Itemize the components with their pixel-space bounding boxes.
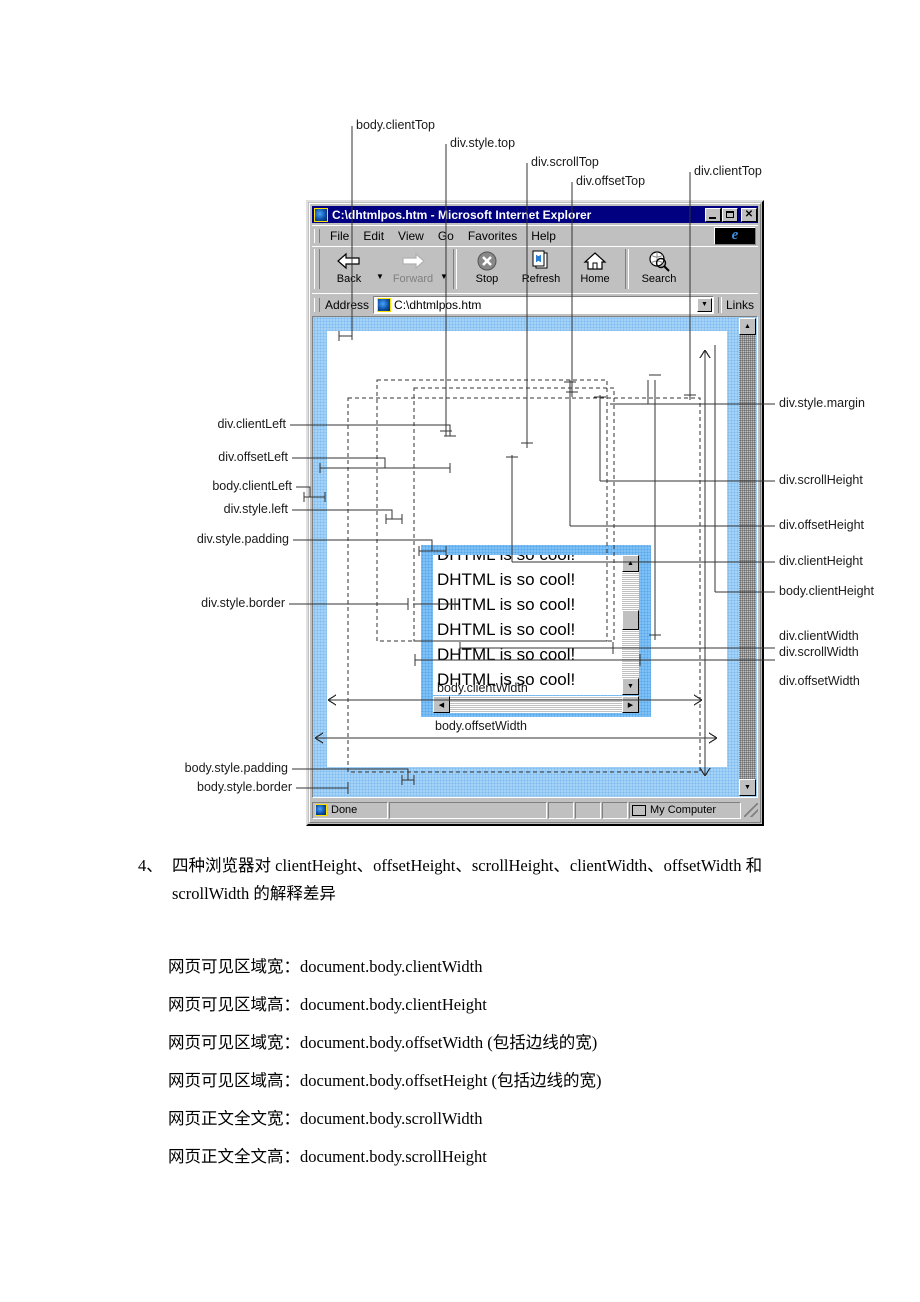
list-item: 网页正文全文高：document.body.scrollHeight xyxy=(168,1147,487,1166)
list-item: 网页正文全文宽：document.body.scrollWidth xyxy=(168,1109,483,1128)
annotation-div-scrollWidth: div.scrollWidth xyxy=(779,645,859,659)
section-4-paragraph: 4、 四种浏览器对 clientHeight、offsetHeight、scro… xyxy=(138,852,838,908)
annotation-body-clientLeft: body.clientLeft xyxy=(212,479,292,493)
annotation-div-offsetWidth: div.offsetWidth xyxy=(779,674,860,688)
annotation-div-style-border: div.style.border xyxy=(201,596,285,610)
list-item: 网页可见区域高：document.body.offsetHeight (包括边线… xyxy=(168,1071,602,1090)
annotation-div-style-margin: div.style.margin xyxy=(779,396,865,410)
annotation-div-clientHeight: div.clientHeight xyxy=(779,554,863,568)
annotation-div-scrollHeight: div.scrollHeight xyxy=(779,473,863,487)
annotation-body-clientHeight: body.clientHeight xyxy=(779,584,874,598)
annotation-div-scrollTop: div.scrollTop xyxy=(531,155,599,169)
annotation-div-offsetTop: div.offsetTop xyxy=(576,174,646,188)
annotation-div-offsetLeft: div.offsetLeft xyxy=(218,450,288,464)
annotation-div-clientTop: div.clientTop xyxy=(694,164,762,178)
annotation-div-style-padding: div.style.padding xyxy=(196,532,289,546)
annotation-body-offsetWidth: body.offsetWidth xyxy=(435,719,527,733)
dhtml-positioning-diagram: C:\dhtmlpos.htm - Microsoft Internet Exp… xyxy=(0,0,920,840)
list-item: 网页可见区域宽：document.body.clientWidth xyxy=(168,957,483,976)
annotation-div-clientLeft: div.clientLeft xyxy=(217,417,286,431)
annotation-body-clientTop: body.clientTop xyxy=(356,118,435,132)
annotation-body-clientWidth: body.clientWidth xyxy=(437,681,528,695)
annotation-div-style-top: div.style.top xyxy=(450,136,516,150)
annotation-div-clientWidth: div.clientWidth xyxy=(779,629,859,643)
annotation-body-style-padding: body.style.padding xyxy=(184,761,288,775)
list-item: 网页可见区域高：document.body.clientHeight xyxy=(168,995,487,1014)
property-list: 网页可见区域宽：document.body.clientWidth 网页可见区域… xyxy=(168,948,868,1176)
annotation-div-offsetHeight: div.offsetHeight xyxy=(779,518,865,532)
annotation-body-style-border: body.style.border xyxy=(197,780,292,794)
list-item: 网页可见区域宽：document.body.offsetWidth (包括边线的… xyxy=(168,1033,598,1052)
section-number: 4、 xyxy=(138,856,163,875)
annotation-div-style-left: div.style.left xyxy=(223,502,288,516)
section-title: 四种浏览器对 clientHeight、offsetHeight、scrollH… xyxy=(172,856,763,903)
